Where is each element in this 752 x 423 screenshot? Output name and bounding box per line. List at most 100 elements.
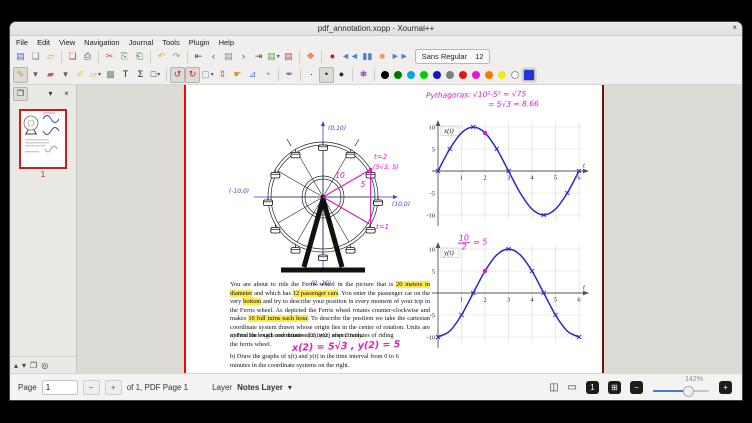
- select-object-tool-button[interactable]: ▱▾: [88, 67, 103, 83]
- page-increment-button[interactable]: +: [105, 380, 122, 395]
- menu-view[interactable]: View: [59, 38, 75, 47]
- setsquare-button[interactable]: ⊿: [245, 67, 260, 83]
- scroll-up-button[interactable]: ▴: [14, 361, 18, 370]
- record-audio-button[interactable]: ●: [325, 49, 340, 65]
- menu-file[interactable]: File: [16, 38, 28, 47]
- circular-arrow-right-icon: ↻: [189, 70, 197, 79]
- color-yellow-button[interactable]: [498, 71, 506, 79]
- pen-tool-button[interactable]: ✎: [13, 67, 28, 83]
- insert-image-button[interactable]: ▩: [103, 67, 118, 83]
- zoom-out-button[interactable]: −: [630, 381, 643, 394]
- close-icon[interactable]: ×: [732, 23, 737, 32]
- pen-medium-button[interactable]: •: [319, 67, 334, 83]
- zoom-slider-knob[interactable]: [683, 386, 694, 397]
- two-page-view-icon[interactable]: ◫: [549, 382, 558, 393]
- zoom-slider[interactable]: 142%: [653, 377, 709, 397]
- hand-tool-button[interactable]: ☛: [230, 67, 245, 83]
- menu-help[interactable]: Help: [219, 38, 234, 47]
- save-button[interactable]: ▤: [13, 49, 28, 65]
- page-number-input[interactable]: 1: [42, 380, 78, 395]
- color-orange-button[interactable]: [485, 71, 493, 79]
- forward-button[interactable]: ►►: [390, 49, 410, 65]
- cut-button[interactable]: ✂: [102, 49, 117, 65]
- next-page-button[interactable]: ›: [236, 49, 251, 65]
- pen-fine-button[interactable]: ·: [304, 67, 319, 83]
- paste-button[interactable]: ⎗: [132, 49, 147, 65]
- spline-tool-button[interactable]: ✒: [282, 67, 297, 83]
- page-thumbnail[interactable]: [19, 109, 67, 169]
- title-bar[interactable]: pdf_annotation.xopp - Xournal++ ×: [10, 22, 742, 36]
- vertical-space-button[interactable]: ⇕: [215, 67, 230, 83]
- color-blue-button[interactable]: [433, 71, 441, 79]
- pen-options-dropdown[interactable]: ▾: [28, 67, 43, 83]
- compass-button[interactable]: ◔: [260, 67, 275, 83]
- circular-arrow-right-button[interactable]: ↻: [185, 67, 200, 83]
- menu-edit[interactable]: Edit: [37, 38, 50, 47]
- last-page-button[interactable]: ⇥: [251, 49, 266, 65]
- text-tool-button[interactable]: T: [118, 67, 133, 83]
- layer-dropdown-icon[interactable]: ▾: [288, 383, 292, 392]
- menu-journal[interactable]: Journal: [129, 38, 154, 47]
- zoom-fit-button[interactable]: ⊞: [608, 381, 621, 394]
- new-page-after-button[interactable]: ▤▾: [266, 49, 281, 65]
- circular-arrow-left-button[interactable]: ↺: [170, 67, 185, 83]
- menu-navigation[interactable]: Navigation: [84, 38, 119, 47]
- layer-value[interactable]: Notes Layer: [237, 383, 283, 392]
- select-rectangle-button[interactable]: ▢▾: [200, 67, 215, 83]
- page-decrement-button[interactable]: −: [83, 380, 100, 395]
- fraction-result: = 5: [473, 237, 488, 247]
- stop-button[interactable]: ■: [375, 49, 390, 65]
- t2-point-annotation: (5√3, 5): [373, 163, 399, 171]
- pause-button[interactable]: ▮▮: [360, 49, 375, 65]
- dropdown-chevron-icon[interactable]: ▾: [277, 54, 280, 60]
- duplicate-page-button[interactable]: ❐: [30, 361, 37, 370]
- presentation-mode-icon[interactable]: ▭: [568, 382, 577, 393]
- open-folder-button[interactable]: ▱: [43, 49, 58, 65]
- color-white-button[interactable]: [511, 71, 519, 79]
- fullscreen-button[interactable]: ❖: [303, 49, 318, 65]
- rewind-button[interactable]: ◄◄: [340, 49, 360, 65]
- new-document-button[interactable]: ❏: [28, 49, 43, 65]
- dropdown-chevron-icon[interactable]: ▾: [157, 72, 160, 78]
- font-selector-button[interactable]: Sans Regular12: [415, 49, 491, 64]
- redo-button[interactable]: ↷: [169, 49, 184, 65]
- color-palette-button[interactable]: ✱: [356, 67, 371, 83]
- delete-page-button[interactable]: ▤: [281, 49, 296, 65]
- print-button[interactable]: ⎙: [80, 49, 95, 65]
- color-red-button[interactable]: [459, 71, 467, 79]
- zoom-in-button[interactable]: +: [719, 381, 732, 394]
- undo-button[interactable]: ↶: [154, 49, 169, 65]
- sidebar-collapse-icon[interactable]: ▾: [44, 88, 57, 100]
- color-gray-button[interactable]: [446, 71, 454, 79]
- page-preview-toggle-icon[interactable]: ❐: [13, 87, 28, 101]
- pen-thick-button[interactable]: ●: [334, 67, 349, 83]
- current-color-indicator[interactable]: [523, 69, 535, 81]
- dropdown-chevron-icon[interactable]: ▾: [98, 72, 101, 78]
- scroll-down-button[interactable]: ▾: [22, 361, 26, 370]
- first-page-button[interactable]: ⇤: [191, 49, 206, 65]
- color-light-blue-button[interactable]: [407, 71, 415, 79]
- highlighter-tool-button[interactable]: ✐: [73, 67, 88, 83]
- preview-settings-button[interactable]: ◎: [41, 361, 48, 370]
- math-tex-button[interactable]: Σ: [133, 67, 148, 83]
- goto-page-button[interactable]: ▤: [221, 49, 236, 65]
- eraser-tool-button[interactable]: ▰: [43, 67, 58, 83]
- sidebar-close-icon[interactable]: ×: [60, 88, 73, 100]
- menu-plugin[interactable]: Plugin: [189, 38, 210, 47]
- pdf-page[interactable]: Pythagoras: √10²-5² = √75 = 5√3 ≈ 8.66 (…: [184, 85, 604, 373]
- color-green-button[interactable]: [420, 71, 428, 79]
- copy-button[interactable]: ⎘: [117, 49, 132, 65]
- font-name-label: Sans Regular: [422, 52, 467, 61]
- export-pdf-button[interactable]: ❏: [65, 49, 80, 65]
- color-dark-green-button[interactable]: [394, 71, 402, 79]
- page-badge[interactable]: 1: [586, 381, 599, 394]
- previous-page-button[interactable]: ‹: [206, 49, 221, 65]
- axis-left-label: (-10,0): [229, 188, 249, 195]
- color-magenta-button[interactable]: [472, 71, 480, 79]
- menu-tools[interactable]: Tools: [162, 38, 180, 47]
- dropdown-chevron-icon[interactable]: ▾: [211, 72, 214, 78]
- shape-tool-button[interactable]: □▾: [148, 67, 163, 83]
- eraser-options-dropdown[interactable]: ▾: [58, 67, 73, 83]
- document-canvas[interactable]: Pythagoras: √10²-5² = √75 = 5√3 ≈ 8.66 (…: [77, 85, 742, 373]
- color-black-button[interactable]: [381, 71, 389, 79]
